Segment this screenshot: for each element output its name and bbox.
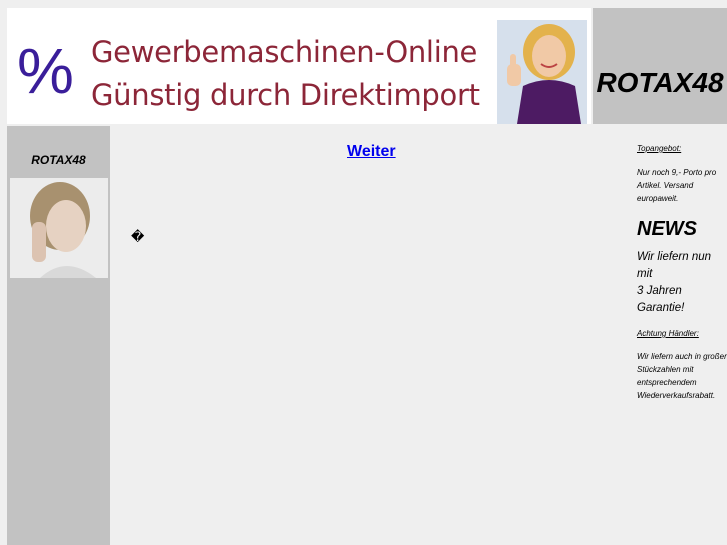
- header-title-line2: Günstig durch Direktimport: [91, 78, 480, 112]
- brand-logo-text: ROTAX48: [596, 67, 724, 98]
- left-sidebar: ROTAX48: [7, 126, 110, 545]
- news-text: Wir liefern nun mit: [637, 251, 712, 280]
- dealer-heading: Achtung Händler:: [637, 329, 699, 338]
- brand-box: ROTAX48: [593, 8, 727, 124]
- sidebar-title: ROTAX48: [31, 153, 86, 167]
- percent-icon: %: [17, 35, 74, 107]
- dealer-text: Wir liefern auch in großen Stückzahlen m…: [637, 352, 727, 400]
- replacement-character: �: [131, 230, 145, 245]
- right-sidebar: Topangebot: Nur noch 9,- Porto pro Artik…: [637, 142, 727, 402]
- page-frame: % Gewerbemaschinen-Online Günstig durch …: [7, 8, 727, 545]
- header-banner: % Gewerbemaschinen-Online Günstig durch …: [7, 8, 591, 124]
- news-text-guarantee: 3 Jahren Garantie!: [637, 285, 685, 314]
- woman-phone-photo: [10, 178, 108, 278]
- header-title-line1: Gewerbemaschinen-Online: [91, 35, 478, 69]
- news-heading: NEWS: [637, 218, 697, 240]
- top-offer-text: Nur noch 9,- Porto pro Artikel. Versand …: [637, 168, 717, 203]
- top-offer-heading: Topangebot:: [637, 144, 682, 153]
- weiter-link[interactable]: Weiter: [347, 143, 396, 161]
- thumbs-up-woman-photo: [497, 20, 587, 124]
